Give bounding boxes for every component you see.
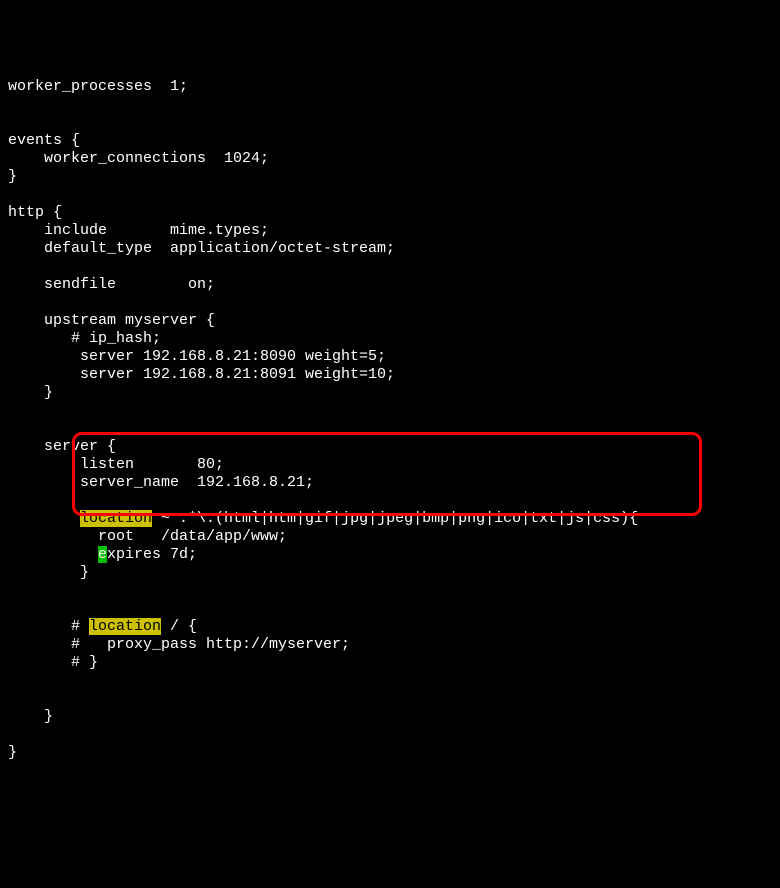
code-line: server_name 192.168.8.21; [8, 474, 314, 491]
code-line: } [8, 168, 17, 185]
code-line: location ~ .*\.(html|htm|gif|jpg|jpeg|bm… [8, 510, 638, 527]
code-line: worker_processes 1; [8, 78, 188, 95]
code-line: http { [8, 204, 62, 221]
code-line: # } [8, 654, 98, 671]
code-line: upstream myserver { [8, 312, 215, 329]
code-line: } [8, 708, 53, 725]
code-line: worker_connections 1024; [8, 150, 269, 167]
cursor-position: e [98, 546, 107, 563]
code-line: } [8, 564, 89, 581]
code-line: include mime.types; [8, 222, 269, 239]
code-line: expires 7d; [8, 546, 197, 563]
search-highlight: location [80, 510, 152, 527]
terminal-editor[interactable]: worker_processes 1; events { worker_conn… [8, 78, 772, 762]
code-line: listen 80; [8, 456, 224, 473]
code-line: server { [8, 438, 116, 455]
code-line: events { [8, 132, 80, 149]
search-highlight: location [89, 618, 161, 635]
code-line: # proxy_pass http://myserver; [8, 636, 350, 653]
code-line: root /data/app/www; [8, 528, 287, 545]
code-line: sendfile on; [8, 276, 215, 293]
code-line: # ip_hash; [8, 330, 161, 347]
code-line: } [8, 384, 53, 401]
code-line: default_type application/octet-stream; [8, 240, 395, 257]
code-line: server 192.168.8.21:8090 weight=5; [8, 348, 386, 365]
code-line: } [8, 744, 17, 761]
code-line: # location / { [8, 618, 197, 635]
code-line: server 192.168.8.21:8091 weight=10; [8, 366, 395, 383]
